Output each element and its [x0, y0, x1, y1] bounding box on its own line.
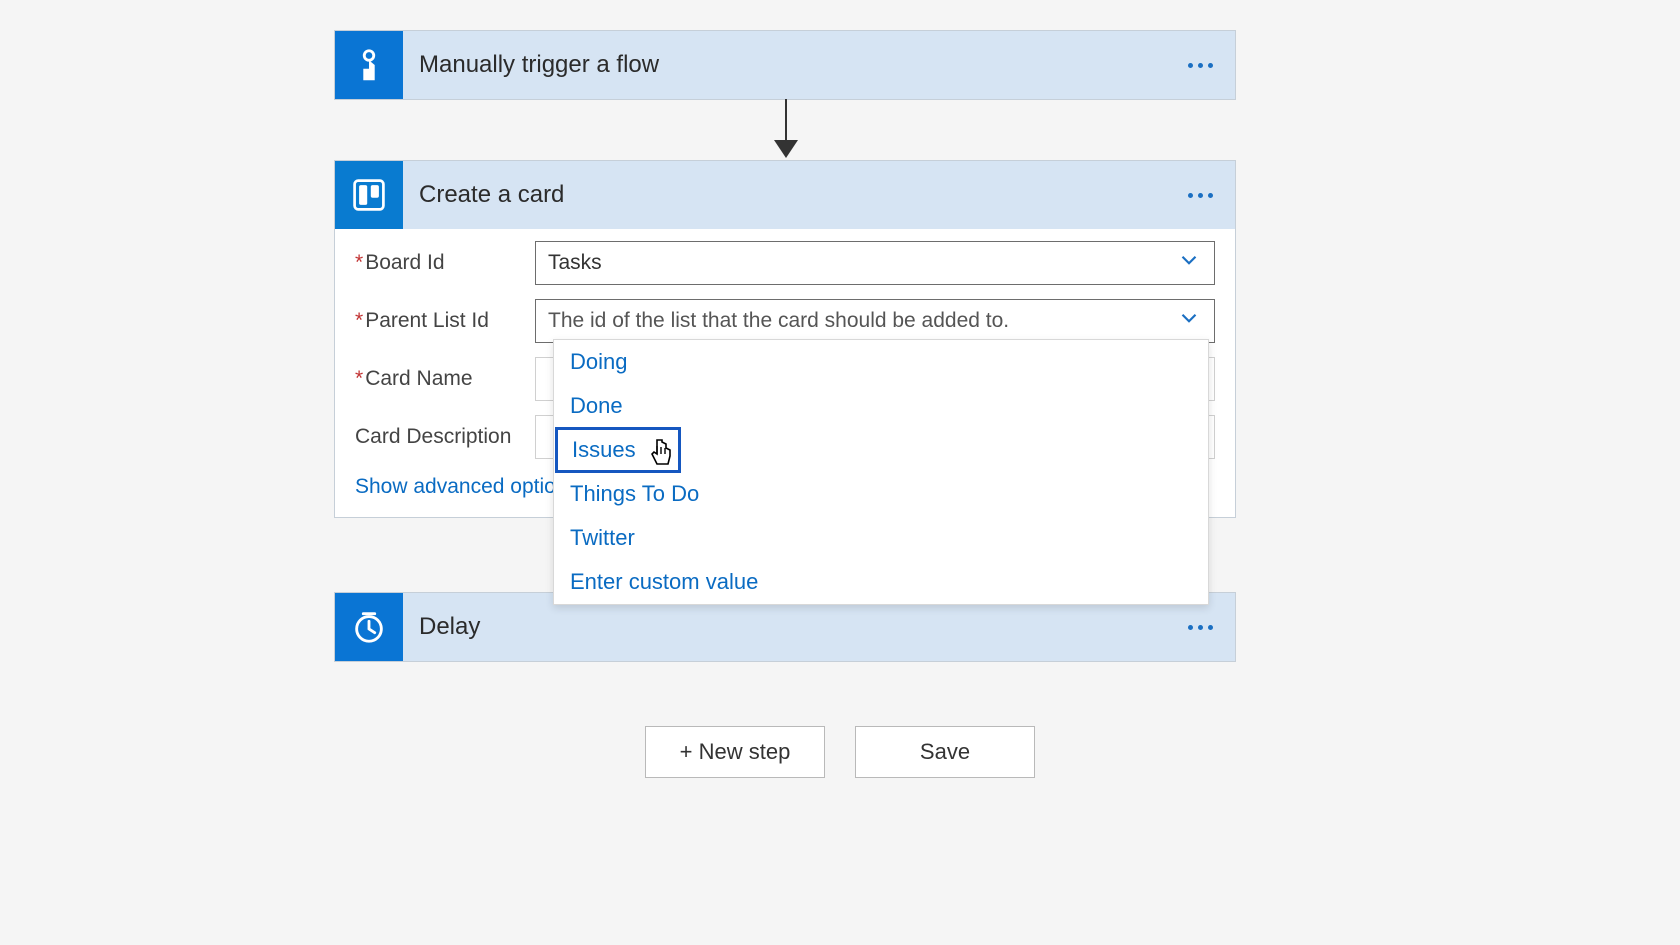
dropdown-option-enter-custom-value[interactable]: Enter custom value	[554, 560, 1208, 604]
board-id-label: *Board Id	[355, 251, 535, 275]
dropdown-option-doing[interactable]: Doing	[554, 340, 1208, 384]
card-name-label: *Card Name	[355, 367, 535, 391]
flow-canvas: Manually trigger a flow Create a card	[0, 0, 1680, 945]
trello-icon	[335, 161, 403, 229]
trigger-card[interactable]: Manually trigger a flow	[334, 30, 1236, 100]
create-card-title: Create a card	[403, 181, 1188, 209]
board-id-select[interactable]: Tasks	[535, 241, 1215, 285]
connector-arrow	[785, 99, 787, 144]
parent-list-id-placeholder: The id of the list that the card should …	[548, 309, 1009, 333]
trigger-icon	[335, 31, 403, 99]
trigger-menu-button[interactable]	[1188, 63, 1235, 68]
new-step-button[interactable]: + New step	[645, 726, 825, 778]
chevron-down-icon	[1176, 247, 1202, 279]
save-button[interactable]: Save	[855, 726, 1035, 778]
parent-list-id-label: *Parent List Id	[355, 309, 535, 333]
trigger-header[interactable]: Manually trigger a flow	[335, 31, 1235, 99]
cursor-pointer-icon	[648, 438, 676, 473]
create-card-menu-button[interactable]	[1188, 193, 1235, 198]
field-board-id: *Board Id Tasks	[355, 241, 1215, 285]
dropdown-option-things-to-do[interactable]: Things To Do	[554, 472, 1208, 516]
card-description-label: Card Description	[355, 425, 535, 449]
dropdown-option-done[interactable]: Done	[554, 384, 1208, 428]
parent-list-id-select[interactable]: The id of the list that the card should …	[535, 299, 1215, 343]
arrow-head-icon	[774, 140, 798, 158]
board-id-value: Tasks	[548, 251, 602, 275]
delay-icon	[335, 593, 403, 661]
create-card-header[interactable]: Create a card	[335, 161, 1235, 229]
chevron-down-icon	[1176, 305, 1202, 337]
action-button-row: + New step Save	[0, 726, 1680, 778]
delay-title: Delay	[403, 613, 1188, 641]
field-parent-list-id: *Parent List Id The id of the list that …	[355, 299, 1215, 343]
delay-menu-button[interactable]	[1188, 625, 1235, 630]
dropdown-option-twitter[interactable]: Twitter	[554, 516, 1208, 560]
trigger-title: Manually trigger a flow	[403, 51, 1188, 79]
